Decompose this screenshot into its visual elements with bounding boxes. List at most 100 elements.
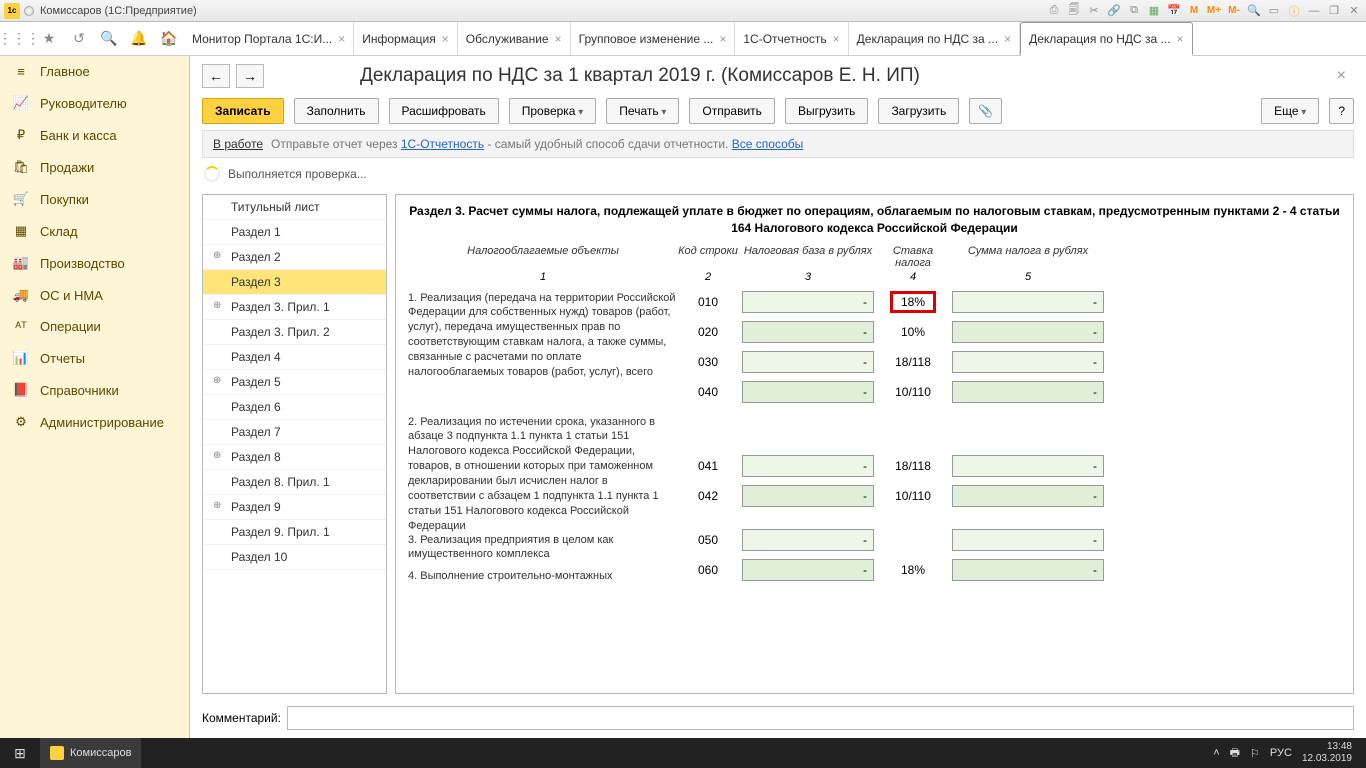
tree-item[interactable]: Раздел 1 <box>203 220 386 245</box>
print-button[interactable]: Печать <box>606 98 679 124</box>
sum-input[interactable] <box>952 351 1104 373</box>
sidebar-item[interactable]: 📊Отчеты <box>0 342 189 374</box>
status-label[interactable]: В работе <box>213 137 263 151</box>
taskbar-app[interactable]: Комиссаров <box>40 738 141 768</box>
history-icon[interactable]: ↺ <box>64 22 94 55</box>
base-input[interactable] <box>742 291 874 313</box>
sum-input[interactable] <box>952 485 1104 507</box>
close-icon[interactable]: × <box>1004 32 1011 46</box>
attach-button[interactable]: 📎 <box>969 98 1002 124</box>
tb-m-icon[interactable]: M <box>1186 3 1202 19</box>
tree-item-selected[interactable]: Раздел 3 <box>203 270 386 295</box>
send-button[interactable]: Отправить <box>689 98 775 124</box>
tb-icon[interactable]: 🔍 <box>1246 3 1262 19</box>
tray-icon[interactable]: 🖶 <box>1230 744 1240 763</box>
tab[interactable]: 1С-Отчетность× <box>735 22 848 55</box>
sidebar-item[interactable]: 🛒Покупки <box>0 183 189 215</box>
tree-item[interactable]: ⊕Раздел 5 <box>203 370 386 395</box>
close-page-icon[interactable]: × <box>1329 67 1354 85</box>
close-icon[interactable]: × <box>833 32 840 46</box>
sum-input[interactable] <box>952 559 1104 581</box>
tb-icon[interactable]: ⧉ <box>1126 3 1142 19</box>
tree-item[interactable]: ⊕Раздел 2 <box>203 245 386 270</box>
start-button[interactable]: ⊞ <box>0 738 40 768</box>
base-input[interactable] <box>742 381 874 403</box>
base-input[interactable] <box>742 559 874 581</box>
tree-item[interactable]: ⊕Раздел 8 <box>203 445 386 470</box>
import-button[interactable]: Загрузить <box>878 98 959 124</box>
tab[interactable]: Декларация по НДС за ...× <box>849 22 1020 55</box>
more-button[interactable]: Еще <box>1261 98 1319 124</box>
close-icon[interactable]: ✕ <box>1346 3 1362 19</box>
base-input[interactable] <box>742 351 874 373</box>
base-input[interactable] <box>742 529 874 551</box>
search-icon[interactable]: 🔍 <box>94 22 124 55</box>
tab-active[interactable]: Декларация по НДС за ...× <box>1020 22 1192 56</box>
tb-icon[interactable]: 📅 <box>1166 3 1182 19</box>
maximize-icon[interactable]: ❐ <box>1326 3 1342 19</box>
close-icon[interactable]: × <box>338 32 345 46</box>
fill-button[interactable]: Заполнить <box>294 98 379 124</box>
back-button[interactable]: ← <box>202 64 230 88</box>
sidebar-item[interactable]: 🚚ОС и НМА <box>0 279 189 311</box>
sum-input[interactable] <box>952 455 1104 477</box>
sidebar-item[interactable]: ᴬᵀОперации <box>0 311 189 342</box>
tb-mplus-icon[interactable]: M+ <box>1206 3 1222 19</box>
link-1c-report[interactable]: 1С-Отчетность <box>401 137 484 151</box>
tree-item[interactable]: Раздел 3. Прил. 2 <box>203 320 386 345</box>
tab[interactable]: Монитор Портала 1С:И...× <box>184 22 354 55</box>
tb-icon[interactable]: ▦ <box>1146 3 1162 19</box>
tray-chevron-icon[interactable]: ˄ <box>1213 747 1219 759</box>
sidebar-item[interactable]: ▦Склад <box>0 215 189 247</box>
base-input[interactable] <box>742 455 874 477</box>
sidebar-item[interactable]: 🛍Продажи <box>0 151 189 183</box>
close-icon[interactable]: × <box>719 32 726 46</box>
help-icon[interactable]: ⓘ <box>1286 3 1302 19</box>
sum-input[interactable] <box>952 321 1104 343</box>
sidebar-item[interactable]: ₽Банк и касса <box>0 119 189 151</box>
sidebar-item[interactable]: 📈Руководителю <box>0 87 189 119</box>
tree-item[interactable]: Раздел 10 <box>203 545 386 570</box>
sum-input[interactable] <box>952 291 1104 313</box>
decipher-button[interactable]: Расшифровать <box>389 98 499 124</box>
tray-icon[interactable]: ⚐ <box>1250 747 1260 760</box>
forward-button[interactable]: → <box>236 64 264 88</box>
sidebar-item[interactable]: ≡Главное <box>0 56 189 87</box>
sidebar-item[interactable]: ⚙Администрирование <box>0 406 189 438</box>
tab[interactable]: Обслуживание× <box>458 22 571 55</box>
help-button[interactable]: ? <box>1329 98 1354 124</box>
link-all-methods[interactable]: Все способы <box>732 137 804 151</box>
tree-item[interactable]: ⊕Раздел 9 <box>203 495 386 520</box>
export-button[interactable]: Выгрузить <box>785 98 869 124</box>
tree-item[interactable]: ⊕Раздел 3. Прил. 1 <box>203 295 386 320</box>
sum-input[interactable] <box>952 529 1104 551</box>
sidebar-item[interactable]: 🏭Производство <box>0 247 189 279</box>
close-icon[interactable]: × <box>555 32 562 46</box>
close-icon[interactable]: × <box>1177 32 1184 46</box>
tray-lang[interactable]: РУС <box>1270 747 1292 759</box>
tb-icon[interactable]: 🗐 <box>1066 3 1082 19</box>
base-input[interactable] <box>742 321 874 343</box>
apps-icon[interactable]: ⋮⋮⋮ <box>4 22 34 55</box>
favorite-icon[interactable]: ★ <box>34 22 64 55</box>
tb-icon[interactable]: 🔗 <box>1106 3 1122 19</box>
check-button[interactable]: Проверка <box>509 98 597 124</box>
tree-item[interactable]: Раздел 7 <box>203 420 386 445</box>
save-button[interactable]: Записать <box>202 98 284 124</box>
comment-input[interactable] <box>287 706 1354 730</box>
home-icon[interactable]: 🏠 <box>154 22 184 55</box>
tb-icon[interactable]: ✂ <box>1086 3 1102 19</box>
tree-item[interactable]: Титульный лист <box>203 195 386 220</box>
tree-item[interactable]: Раздел 9. Прил. 1 <box>203 520 386 545</box>
bell-icon[interactable]: 🔔 <box>124 22 154 55</box>
tb-icon[interactable]: ⎙ <box>1046 3 1062 19</box>
taskbar-clock[interactable]: 13:48 12.03.2019 <box>1302 741 1358 765</box>
tree-item[interactable]: Раздел 6 <box>203 395 386 420</box>
sum-input[interactable] <box>952 381 1104 403</box>
tree-item[interactable]: Раздел 8. Прил. 1 <box>203 470 386 495</box>
close-icon[interactable]: × <box>442 32 449 46</box>
tb-icon[interactable]: ▭ <box>1266 3 1282 19</box>
minimize-icon[interactable]: — <box>1306 3 1322 19</box>
tab[interactable]: Групповое изменение ...× <box>571 22 736 55</box>
base-input[interactable] <box>742 485 874 507</box>
